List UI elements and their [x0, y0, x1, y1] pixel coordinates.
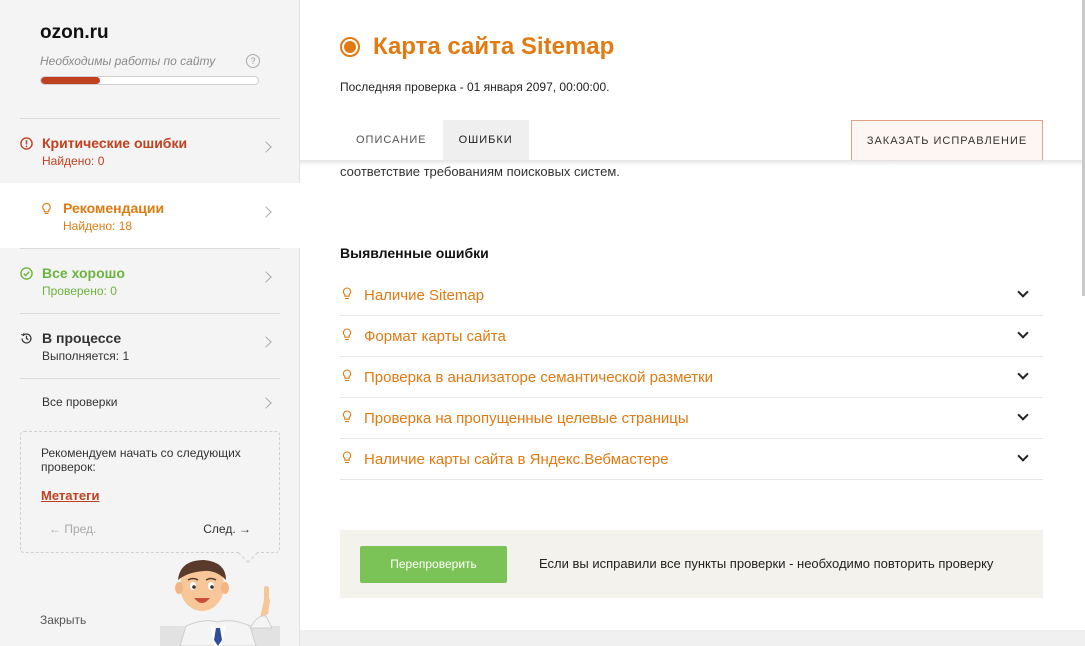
recommendation-text: Рекомендуем начать со следующих проверок…: [41, 446, 241, 474]
main-panel: Карта сайта Sitemap Последняя проверка -…: [300, 0, 1085, 646]
page-header: Карта сайта Sitemap: [340, 33, 614, 61]
error-item[interactable]: Проверка в анализаторе семантической раз…: [340, 357, 1043, 398]
chevron-down-icon[interactable]: [1017, 327, 1029, 339]
footer-strip: [300, 630, 1085, 646]
mascot-illustration: [160, 560, 280, 646]
sidebar-item-title: В процессе: [42, 330, 122, 346]
sidebar-item-all-checks[interactable]: Все проверки: [20, 378, 280, 428]
lightbulb-icon: [342, 451, 352, 464]
error-item-label: Наличие Sitemap: [364, 286, 485, 304]
help-icon[interactable]: ?: [246, 54, 260, 68]
sidebar-item-title: Все хорошо: [42, 265, 125, 281]
status-dot-icon: [340, 37, 360, 57]
prev-button[interactable]: ← Пред.: [49, 522, 96, 536]
recheck-panel: Перепроверить Если вы исправили все пунк…: [340, 530, 1043, 598]
history-icon: [21, 333, 32, 344]
error-item-label: Проверка в анализаторе семантической раз…: [364, 368, 714, 386]
sidebar-item-critical[interactable]: Критические ошибки Найдено: 0: [20, 118, 280, 183]
sidebar-item-in-progress[interactable]: В процессе Выполняется: 1: [20, 313, 280, 378]
site-progress-fill: [41, 77, 100, 84]
close-button[interactable]: Закрыть: [40, 613, 86, 627]
alert-circle-icon: [20, 137, 33, 150]
site-summary: ozon.ru Необходимы работы по сайту ?: [40, 22, 262, 85]
sidebar-item-count: Выполняется: 1: [42, 349, 130, 363]
error-item[interactable]: Формат карты сайта: [340, 316, 1043, 357]
recommendation-link[interactable]: Метатеги: [41, 488, 100, 503]
tabs: Описание Ошибки: [340, 120, 529, 160]
site-name: ozon.ru: [40, 22, 109, 43]
last-check-date: Последняя проверка - 01 января 2097, 00:…: [340, 80, 610, 94]
error-item[interactable]: Проверка на пропущенные целевые страницы: [340, 398, 1043, 439]
error-item-label: Проверка на пропущенные целевые страницы: [364, 409, 689, 427]
error-item[interactable]: Наличие карты сайта в Яндекс.Вебмастере: [340, 439, 1043, 480]
recheck-button[interactable]: Перепроверить: [360, 545, 507, 583]
sidebar-nav: Критические ошибки Найдено: 0 Рекомендац…: [0, 118, 300, 428]
sidebar-item-count: Найдено: 0: [42, 154, 105, 168]
sidebar-item-count: Проверено: 0: [42, 284, 117, 298]
error-item-label: Наличие карты сайта в Яндекс.Вебмастере: [364, 450, 669, 468]
description-text: соответствие требованиям поисковых систе…: [340, 164, 620, 179]
tab-errors[interactable]: Ошибки: [442, 120, 529, 160]
error-item[interactable]: Наличие Sitemap: [340, 275, 1043, 316]
error-item-label: Формат карты сайта: [364, 327, 506, 345]
sidebar-item-title: Критические ошибки: [42, 135, 188, 151]
site-status: Необходимы работы по сайту ?: [40, 54, 262, 68]
recheck-hint: Если вы исправили все пункты проверки - …: [539, 556, 994, 571]
next-button[interactable]: След. →: [203, 522, 251, 536]
sidebar-item-title: Все проверки: [42, 395, 118, 409]
chevron-down-icon[interactable]: [1017, 286, 1029, 298]
lightbulb-icon: [342, 328, 352, 341]
chevron-down-icon[interactable]: [1017, 409, 1029, 421]
site-status-text: Необходимы работы по сайту: [40, 54, 216, 68]
lightbulb-icon: [342, 410, 352, 423]
site-progress-bar: [40, 76, 259, 85]
sidebar: ozon.ru Необходимы работы по сайту ? Кри…: [0, 0, 300, 646]
lightbulb-icon: [342, 287, 352, 300]
sidebar-item-recommendations[interactable]: Рекомендации Найдено: 18: [0, 183, 300, 248]
chevron-down-icon[interactable]: [1017, 368, 1029, 380]
page-title: Карта сайта Sitemap: [373, 33, 615, 60]
chevron-down-icon[interactable]: [1017, 450, 1029, 462]
check-circle-icon: [20, 267, 33, 280]
lightbulb-icon: [342, 369, 352, 382]
errors-list: Наличие Sitemap Формат карты сайта Прове…: [340, 275, 1043, 480]
sidebar-item-count: Найдено: 18: [63, 219, 133, 233]
tab-description[interactable]: Описание: [340, 120, 443, 160]
errors-heading: Выявленные ошибки: [340, 245, 489, 261]
sidebar-item-all-good[interactable]: Все хорошо Проверено: 0: [20, 248, 280, 313]
recommendation-bubble: Рекомендуем начать со следующих проверок…: [20, 431, 280, 563]
order-fix-button[interactable]: Заказать исправление: [851, 120, 1043, 161]
recommendation-pager: ← Пред. След. →: [49, 522, 251, 536]
lightbulb-icon: [42, 202, 51, 214]
